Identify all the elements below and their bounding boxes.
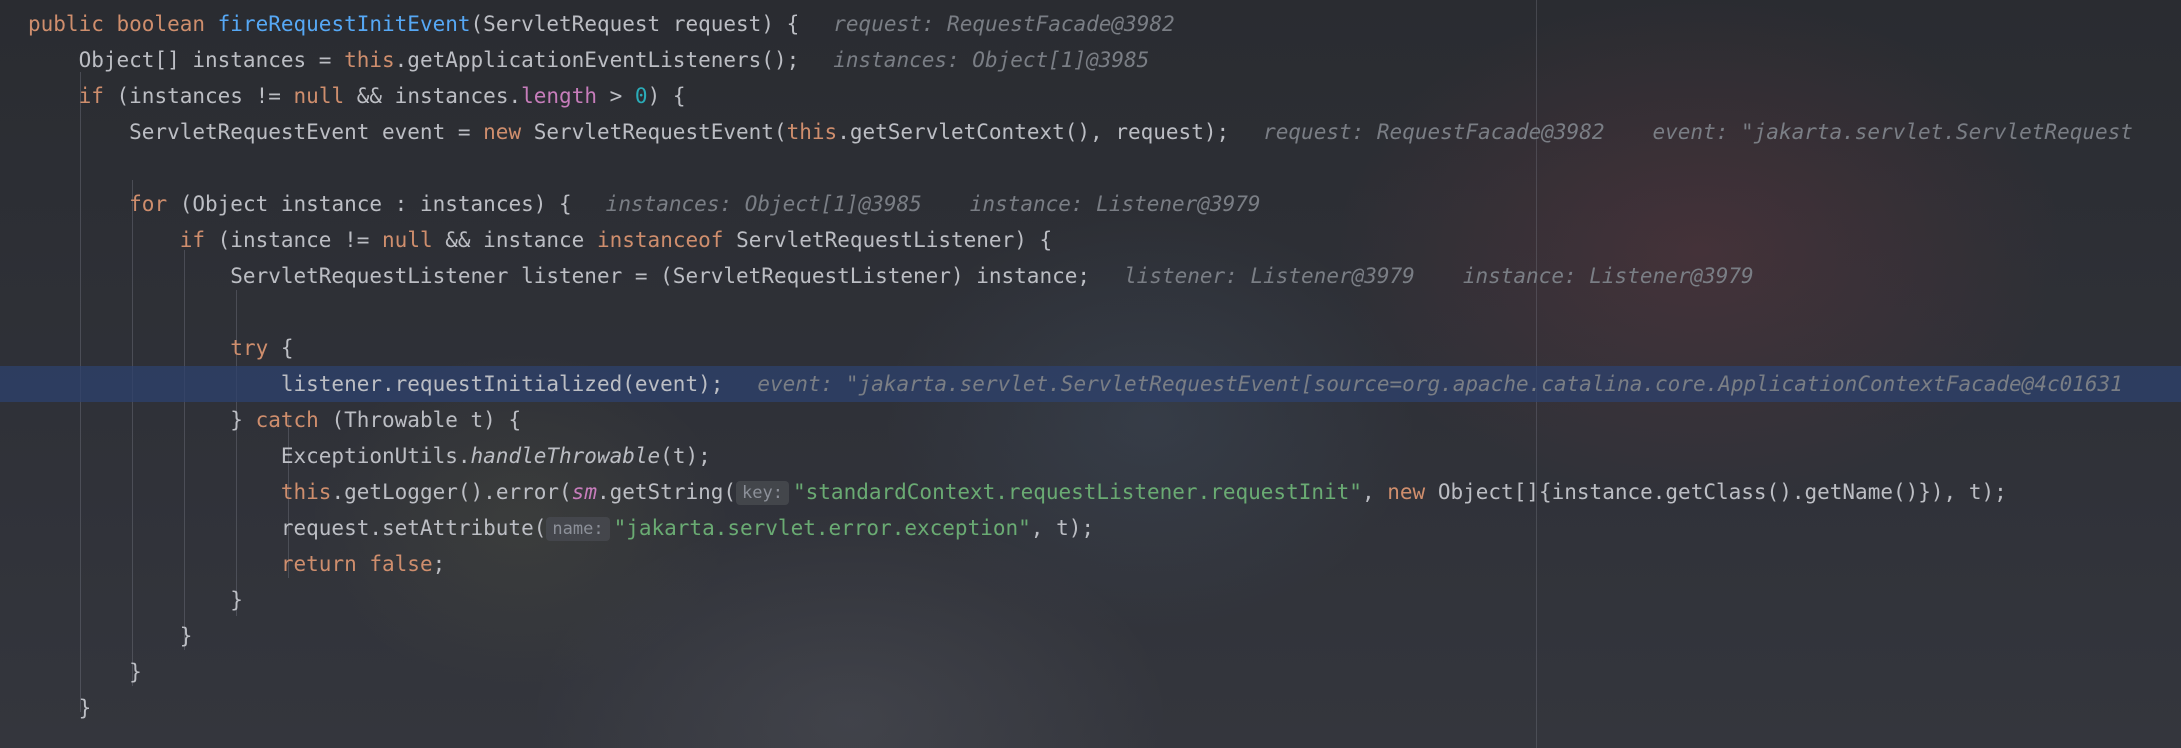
code-line[interactable]: } catch (Throwable t) { bbox=[28, 402, 2181, 438]
parameter-hint: key: bbox=[736, 481, 789, 505]
code-token: } bbox=[28, 696, 92, 720]
debug-inline-value: instances: Object[1]@3985 bbox=[833, 48, 1150, 72]
debug-inline-value: instance: Listener@3979 bbox=[1462, 264, 1754, 288]
code-line[interactable]: } bbox=[28, 690, 2181, 726]
code-token: (instances != bbox=[103, 84, 294, 108]
code-token: fireRequestInitEvent bbox=[217, 12, 471, 36]
code-line-current[interactable]: listener.requestInitialized(event); event… bbox=[0, 366, 2181, 402]
debug-inline-value: event: "jakarta.servlet.ServletRequest bbox=[1652, 120, 2133, 144]
code-token: Object[] instances = bbox=[28, 48, 345, 72]
code-token: (Throwable t) { bbox=[318, 408, 522, 432]
code-token: ServletRequestEvent event = bbox=[28, 120, 484, 144]
code-token: request.setAttribute( bbox=[28, 516, 547, 540]
code-line[interactable]: try { bbox=[28, 330, 2181, 366]
code-line[interactable] bbox=[28, 150, 2181, 186]
code-token: instanceof bbox=[596, 228, 724, 252]
code-token: && instance bbox=[432, 228, 597, 252]
code-token: && instances. bbox=[344, 84, 522, 108]
code-line[interactable]: ServletRequestListener listener = (Servl… bbox=[28, 258, 2181, 294]
code-token: .getApplicationEventListeners(); bbox=[394, 48, 800, 72]
code-token: } bbox=[28, 588, 243, 612]
code-token: 0 bbox=[634, 84, 648, 108]
code-token: listener.requestInitialized(event); bbox=[28, 372, 724, 396]
code-token: try bbox=[230, 336, 269, 360]
code-token: return false bbox=[280, 552, 433, 576]
code-token: "standardContext.requestListener.request… bbox=[793, 480, 1362, 504]
code-editor[interactable]: public boolean fireRequestInitEvent(Serv… bbox=[0, 0, 2181, 748]
code-token: "jakarta.servlet.error.exception" bbox=[613, 516, 1031, 540]
debug-inline-value: event: "jakarta.servlet.ServletRequestEv… bbox=[757, 372, 2123, 396]
code-line[interactable]: this.getLogger().error(sm.getString(key:… bbox=[28, 474, 2181, 510]
code-token: ServletRequestListener listener = (Servl… bbox=[28, 264, 1091, 288]
code-token: length bbox=[521, 84, 597, 108]
debug-inline-value: listener: Listener@3979 bbox=[1124, 264, 1415, 288]
code-token: for bbox=[129, 192, 168, 216]
code-line[interactable]: } bbox=[28, 654, 2181, 690]
code-token: ServletRequestListener) { bbox=[723, 228, 1053, 252]
code-token: new bbox=[483, 120, 522, 144]
code-token: (ServletRequest request) { bbox=[470, 12, 800, 36]
code-token: this bbox=[280, 480, 332, 504]
code-token: null bbox=[382, 228, 433, 252]
code-line[interactable]: return false; bbox=[28, 546, 2181, 582]
code-token: null bbox=[293, 84, 345, 108]
code-token: ; bbox=[432, 552, 446, 576]
code-line[interactable]: ExceptionUtils.handleThrowable(t); bbox=[28, 438, 2181, 474]
code-token: Object[]{instance.getClass().getName()})… bbox=[1425, 480, 2007, 504]
code-token: ServletRequestEvent( bbox=[521, 120, 787, 144]
code-line[interactable] bbox=[28, 294, 2181, 330]
code-token: ) { bbox=[647, 84, 686, 108]
code-line[interactable]: if (instance != null && instance instanc… bbox=[28, 222, 2181, 258]
code-line[interactable]: public boolean fireRequestInitEvent(Serv… bbox=[28, 6, 2181, 42]
code-token: this bbox=[786, 120, 838, 144]
code-token: } bbox=[28, 660, 142, 684]
code-token: .getServletContext(), request); bbox=[837, 120, 1230, 144]
code-token: , bbox=[1361, 480, 1388, 504]
code-token: .getString( bbox=[596, 480, 737, 504]
code-line[interactable]: for (Object instance : instances) { insta… bbox=[28, 186, 2181, 222]
code-token: ExceptionUtils. bbox=[28, 444, 471, 468]
code-token: } bbox=[28, 624, 193, 648]
debug-inline-value: request: RequestFacade@3982 bbox=[1263, 120, 1605, 144]
code-token: } bbox=[28, 408, 256, 432]
code-token: .getLogger().error( bbox=[331, 480, 572, 504]
code-token: handleThrowable bbox=[470, 444, 661, 468]
code-line[interactable]: if (instances != null && instances.lengt… bbox=[28, 78, 2181, 114]
parameter-hint: name: bbox=[546, 517, 610, 541]
code-line[interactable]: } bbox=[28, 618, 2181, 654]
code-token: catch bbox=[255, 408, 319, 432]
code-line[interactable]: } bbox=[28, 582, 2181, 618]
debug-inline-value: instance: Listener@3979 bbox=[969, 192, 1261, 216]
debug-inline-value: instances: Object[1]@3985 bbox=[605, 192, 922, 216]
code-token: if bbox=[78, 84, 104, 108]
code-token: , t); bbox=[1030, 516, 1095, 540]
code-token: { bbox=[268, 336, 294, 360]
code-line[interactable]: request.setAttribute(name: "jakarta.servl… bbox=[28, 510, 2181, 546]
code-token: new bbox=[1387, 480, 1426, 504]
debug-inline-value: request: RequestFacade@3982 bbox=[833, 12, 1175, 36]
code-token: public boolean bbox=[28, 12, 218, 36]
code-token: (t); bbox=[660, 444, 711, 468]
code-token: sm bbox=[571, 480, 597, 504]
code-line[interactable]: Object[] instances = this.getApplication… bbox=[28, 42, 2181, 78]
code-token: (instance != bbox=[205, 228, 383, 252]
code-token: if bbox=[179, 228, 206, 252]
code-line[interactable]: ServletRequestEvent event = new ServletR… bbox=[28, 114, 2181, 150]
code-token: > bbox=[596, 84, 635, 108]
code-token: (Object instance : instances) { bbox=[167, 192, 572, 216]
code-token: this bbox=[344, 48, 395, 72]
